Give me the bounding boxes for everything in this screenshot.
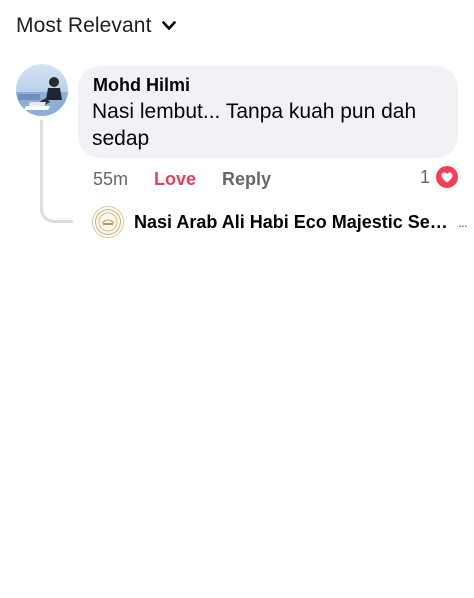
sort-label: Most Relevant [16,14,152,37]
avatar[interactable] [16,64,68,116]
comment-text: Nasi lembut... Tanpa kuah pun dah sedap [92,100,417,150]
reply-author[interactable]: Nasi Arab Ali Habi Eco Majestic Sem... [134,212,452,233]
comment-bubble[interactable]: Mohd Hilmi Nasi lembut... Tanpa kuah pun… [78,66,458,158]
heart-icon [434,164,461,190]
thread-connector-line [40,120,73,223]
page-logo-avatar [92,206,124,238]
sort-dropdown[interactable]: Most Relevant [16,10,176,42]
more-replies-ellipsis: ... [458,214,468,230]
comment-timestamp[interactable]: 55m [93,169,128,190]
comment-actions: 55m Love Reply [93,166,271,192]
reply-button[interactable]: Reply [222,169,271,190]
reaction-summary[interactable]: 1 [420,164,461,190]
love-button[interactable]: Love [154,169,196,190]
comment-author[interactable]: Mohd Hilmi [93,74,444,96]
reply-preview[interactable]: Nasi Arab Ali Habi Eco Majestic Sem... .… [92,206,470,238]
chevron-down-icon [161,19,176,33]
reaction-count: 1 [420,166,431,187]
